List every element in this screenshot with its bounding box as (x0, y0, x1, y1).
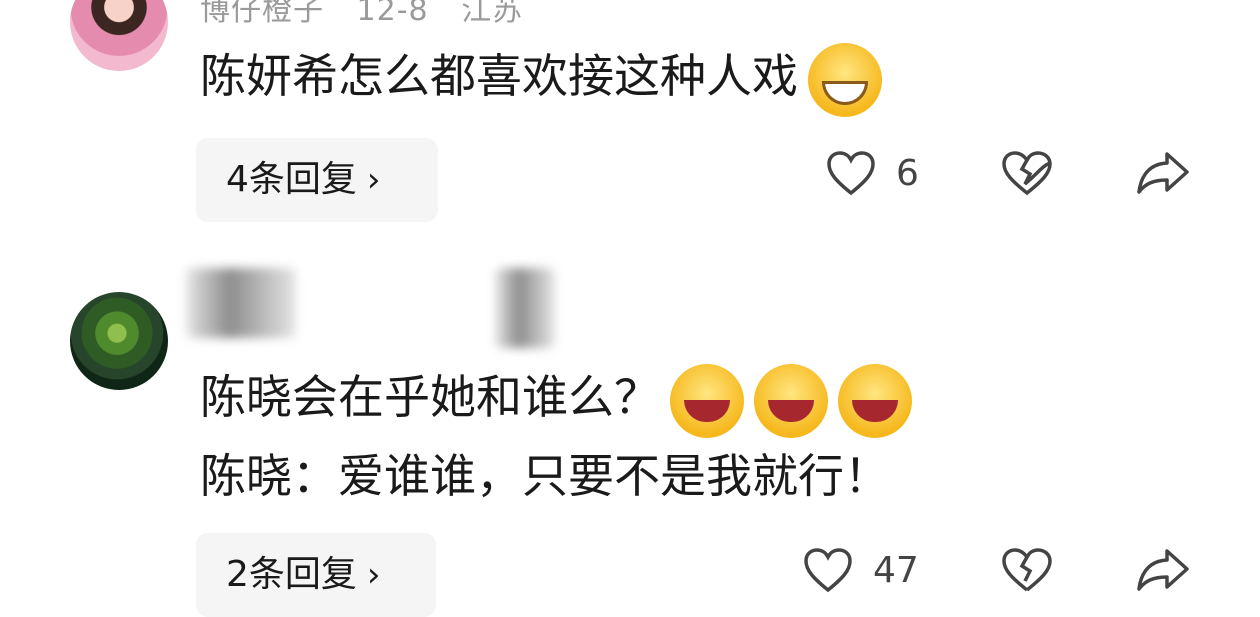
view-replies-button[interactable]: 4条回复 › (196, 138, 438, 222)
like-count: 47 (873, 549, 919, 591)
chevron-right-icon: › (366, 160, 381, 200)
avatar[interactable] (70, 0, 168, 71)
laughing-tears-emoji-icon (670, 363, 744, 438)
heart-outline-icon (803, 547, 853, 593)
comment-2: 陈晓会在乎她和谁么？ 陈晓：爱谁谁，只要不是我就行！ 2条回复 › 47 (0, 265, 1260, 617)
username[interactable]: 博仔橙子 (200, 0, 324, 28)
comment-text-line-2: 陈晓：爱谁谁，只要不是我就行！ (200, 449, 890, 503)
redacted-username (186, 268, 296, 338)
comment-1: 博仔橙子 12-8 江苏 陈妍希怎么都喜欢接这种人戏 4条回复 › 6 (0, 0, 1260, 230)
avatar[interactable] (70, 292, 168, 390)
comment-text-line-1: 陈晓会在乎她和谁么？ (200, 359, 912, 438)
like-button[interactable]: 47 (803, 547, 919, 593)
like-button[interactable]: 6 (826, 150, 919, 196)
like-count: 6 (896, 152, 919, 194)
broken-heart-icon (1000, 150, 1054, 196)
comment-text-body: 陈妍希怎么都喜欢接这种人戏 (200, 49, 798, 103)
share-button[interactable] (1135, 150, 1191, 196)
heart-outline-icon (826, 150, 876, 196)
laughing-tears-emoji-icon (838, 363, 912, 438)
replies-label: 2条回复 (226, 554, 357, 595)
view-replies-button[interactable]: 2条回复 › (196, 533, 436, 617)
laughing-tears-emoji-icon (754, 363, 828, 438)
grinning-emoji-icon (808, 42, 882, 117)
share-arrow-icon (1135, 547, 1191, 593)
share-arrow-icon (1135, 150, 1191, 196)
redacted-meta (495, 268, 555, 348)
comment-text-body: 陈晓会在乎她和谁么？ (200, 370, 660, 424)
comment-meta: 博仔橙子 12-8 江苏 (200, 0, 545, 29)
chevron-right-icon: › (366, 555, 381, 595)
comment-date: 12-8 (356, 0, 429, 28)
share-button[interactable] (1135, 547, 1191, 593)
dislike-button[interactable] (1000, 547, 1054, 593)
dislike-button[interactable] (1000, 150, 1054, 196)
comment-location: 江苏 (461, 0, 524, 28)
replies-label: 4条回复 (226, 159, 357, 200)
comment-text: 陈妍希怎么都喜欢接这种人戏 (200, 38, 882, 117)
broken-heart-icon (1000, 547, 1054, 593)
